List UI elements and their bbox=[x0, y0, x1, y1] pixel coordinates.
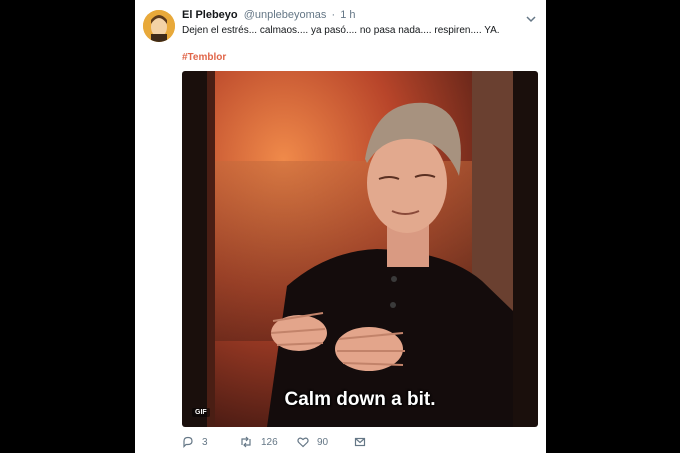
gif-caption: Calm down a bit. bbox=[284, 389, 436, 410]
gif-frame bbox=[207, 71, 513, 427]
tweet-card[interactable]: El Plebeyo @unplebeyomas · 1 h Dejen el … bbox=[135, 0, 546, 453]
caret-down-icon[interactable] bbox=[526, 11, 536, 23]
like-button[interactable]: 90 bbox=[297, 436, 328, 448]
user-handle[interactable]: @unplebeyomas bbox=[244, 9, 327, 21]
message-icon bbox=[354, 437, 366, 447]
tweet-header: El Plebeyo @unplebeyomas · 1 h bbox=[182, 9, 356, 21]
gif-badge: GIF bbox=[192, 408, 210, 417]
retweet-icon bbox=[241, 436, 251, 448]
heart-icon bbox=[297, 437, 309, 448]
reply-button[interactable]: 3 bbox=[182, 436, 208, 448]
retweet-count: 126 bbox=[261, 436, 278, 448]
timestamp[interactable]: 1 h bbox=[340, 9, 355, 21]
reply-icon bbox=[183, 436, 193, 448]
hashtag-link[interactable]: #Temblor bbox=[182, 52, 226, 63]
reply-count: 3 bbox=[202, 436, 208, 448]
gif-media[interactable]: Calm down a bit. GIF bbox=[182, 71, 538, 427]
separator: · bbox=[331, 9, 336, 21]
display-name[interactable]: El Plebeyo bbox=[182, 9, 238, 21]
like-count: 90 bbox=[317, 436, 329, 448]
retweet-button[interactable]: 126 bbox=[239, 436, 278, 448]
avatar[interactable] bbox=[143, 10, 175, 42]
tweet-text: Dejen el estrés... calmaos.... ya pasó..… bbox=[182, 25, 500, 36]
message-button[interactable] bbox=[354, 436, 374, 448]
